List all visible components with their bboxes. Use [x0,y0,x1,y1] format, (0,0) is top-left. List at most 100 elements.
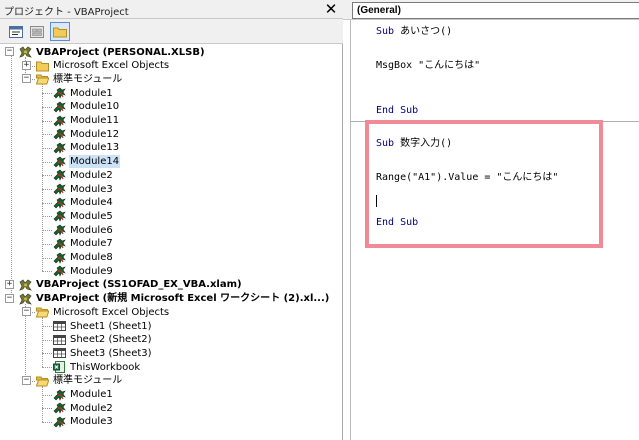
tree-item-label: Sheet3 (Sheet3) [70,347,152,359]
margin-indicator-bar [350,20,351,440]
tree-connector [42,326,52,327]
text-cursor [376,195,377,207]
project-explorer-titlebar: プロジェクト - VBAProject ✕ [0,0,343,19]
tree-connector [42,243,52,245]
expand-icon[interactable]: + [5,279,14,289]
tree-item-sheet3-sheet3[interactable]: Sheet3 (Sheet3) [53,346,153,360]
module-icon [53,197,66,209]
tree-item-label: Module11 [70,115,120,126]
tree-connector [42,175,52,177]
module-icon [53,265,66,277]
tree-item-module13[interactable]: Module13 [53,141,120,155]
tree-item-module9[interactable]: Module9 [53,264,114,278]
tree-item-[interactable]: 標準モジュール [36,72,123,86]
worksheet-icon [53,334,66,345]
module-icon [53,183,66,195]
module-icon [53,156,66,168]
collapse-icon[interactable]: − [22,375,31,385]
tree-item-label: VBAProject (PERSONAL.XLSB) [36,46,205,58]
close-icon[interactable]: ✕ [323,1,339,17]
code-editor[interactable]: Sub あいさつ() MsgBox "こんにちは" End Sub Sub 数字… [343,20,639,440]
tree-item-module1[interactable]: Module1 [53,388,114,402]
folder-icon [36,61,49,72]
tree-item-module2[interactable]: Module2 [53,168,114,182]
tree-item-label: Module3 [70,416,113,428]
project-explorer-toolbar [0,19,343,44]
tree-item-label: Module1 [70,389,113,400]
tree-item-microsoft-excel-objects[interactable]: Microsoft Excel Objects [36,59,170,73]
tree-item-module3[interactable]: Module3 [53,415,114,429]
tree-item-label: ThisWorkbook [70,361,141,373]
code-line: Sub あいさつ() [376,26,452,38]
code-combo-strip: (General) [343,0,639,20]
module-icon [53,142,66,154]
tree-item-sheet2-sheet2[interactable]: Sheet2 (Sheet2) [53,333,153,347]
collapse-icon[interactable]: − [22,307,31,317]
view-object-button[interactable] [27,22,47,41]
code-keyword: End Sub [376,105,419,116]
tree-connector [42,134,52,136]
tree-item-module14[interactable]: Module14 [53,155,121,169]
vba-project-icon [19,46,32,58]
tree-item-label: Module8 [70,252,113,263]
tree-item-module6[interactable]: Module6 [53,223,114,237]
tree-item-microsoft-excel-objects[interactable]: Microsoft Excel Objects [36,305,170,319]
tree-item-label: 標準モジュール [53,375,123,387]
tree-item-module3[interactable]: Module3 [53,182,114,196]
tree-connector [42,189,52,190]
tree-item-module12[interactable]: Module12 [53,127,120,141]
tree-item-label: Module7 [70,238,113,250]
tree-item-label: Microsoft Excel Objects [53,60,170,72]
collapse-icon[interactable]: − [5,293,14,303]
folder-open-icon [36,307,49,318]
code-keyword: Sub [376,138,395,149]
module-icon [53,115,66,127]
tree-item-module2[interactable]: Module2 [53,401,114,415]
tree-item-module4[interactable]: Module4 [53,196,114,210]
tree-item-vbaproject-microsoft-excel-2-xl[interactable]: VBAProject (新規 Microsoft Excel ワークシート (2… [19,292,330,306]
tree-item-label: Module4 [70,197,113,209]
folder-icon [53,27,67,37]
code-text: MsgBox "こんにちは" [376,60,481,71]
tree-item-label: 標準モジュール [53,73,123,85]
tree-item-module10[interactable]: Module10 [53,100,120,114]
object-combo-box[interactable]: (General) [352,2,639,19]
tree-connector [42,202,52,204]
code-keyword: End Sub [376,217,419,228]
tree-item-label: Module12 [70,128,120,140]
collapse-icon[interactable]: − [22,74,31,84]
tree-item-module11[interactable]: Module11 [53,114,120,128]
module-icon [53,252,66,264]
project-explorer: プロジェクト - VBAProject ✕ VBAProject (PERSON… [0,0,343,440]
tree-item-[interactable]: 標準モジュール [36,374,123,388]
tree-item-thisworkbook[interactable]: ThisWorkbook [53,360,141,374]
tree-item-label: Module9 [70,265,113,277]
worksheet-icon [53,348,66,359]
tree-item-module1[interactable]: Module1 [53,86,114,100]
tree-item-label: Sheet1 (Sheet1) [70,320,152,332]
tree-item-vbaproject-ss1ofad-ex-vba-xlam[interactable]: VBAProject (SS1OFAD_EX_VBA.xlam) [19,278,243,292]
module-icon [53,169,66,182]
tree-item-vbaproject-personal-xlsb[interactable]: VBAProject (PERSONAL.XLSB) [19,45,206,59]
tree-connector [42,106,52,108]
tree-connector [42,257,52,259]
tree-item-module7[interactable]: Module7 [53,237,114,251]
module-icon [53,402,66,414]
folder-open-icon [36,376,49,387]
collapse-icon[interactable]: − [5,47,14,56]
tree-item-module5[interactable]: Module5 [53,209,114,223]
workbook-icon [53,361,65,374]
project-explorer-title: プロジェクト - VBAProject [4,7,129,18]
tree-item-label: Module2 [70,169,113,181]
tree-connector [42,421,52,423]
tree-item-label: Module5 [70,210,113,222]
vba-project-icon [19,279,32,291]
vba-project-icon [19,293,32,305]
tree-item-sheet1-sheet1[interactable]: Sheet1 (Sheet1) [53,319,153,333]
tree-item-module8[interactable]: Module8 [53,251,114,265]
expand-icon[interactable]: + [22,60,31,70]
tree-item-label: Sheet2 (Sheet2) [70,334,152,346]
view-code-button[interactable] [6,22,26,41]
toggle-folders-button[interactable] [50,22,70,41]
object-combo-value: (General) [357,5,401,16]
